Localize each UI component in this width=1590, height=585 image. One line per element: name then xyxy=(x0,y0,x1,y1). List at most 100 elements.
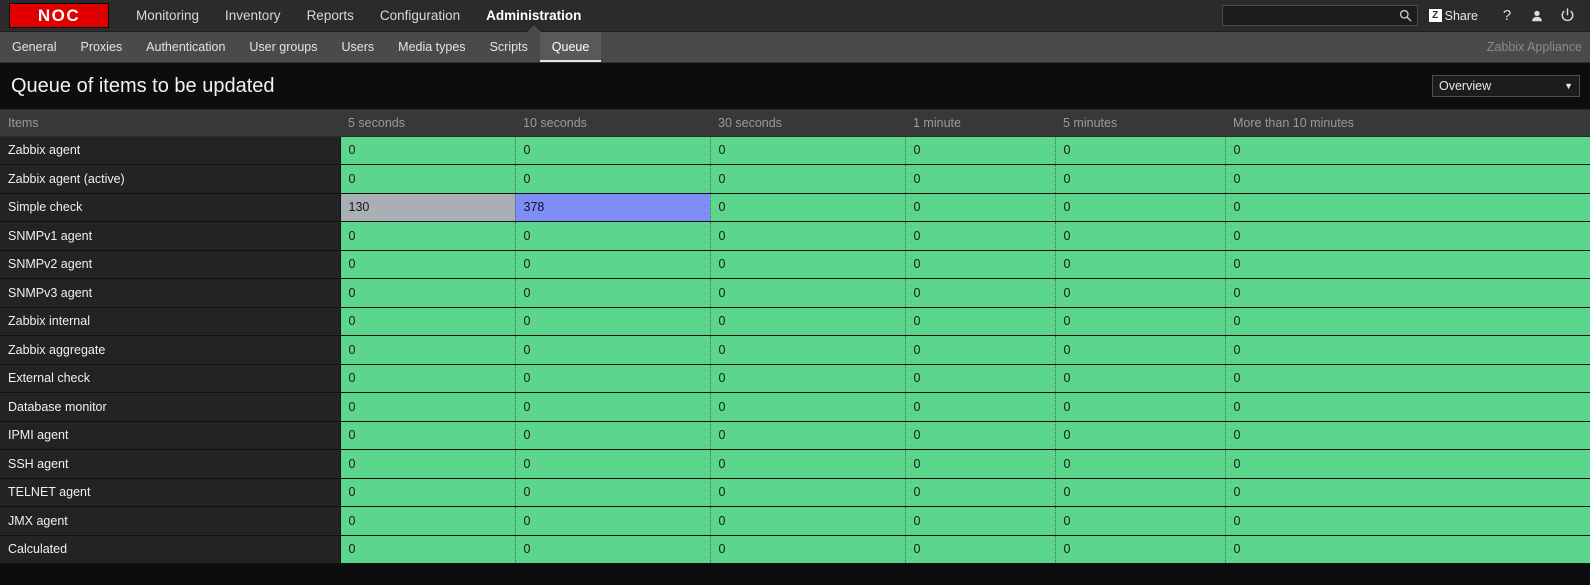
user-icon xyxy=(1532,10,1542,21)
queue-count-cell: 0 xyxy=(710,250,906,279)
page-title: Queue of items to be updated xyxy=(11,74,275,97)
user-profile-button[interactable] xyxy=(1522,0,1552,31)
queue-count-cell: 0 xyxy=(905,449,1056,479)
queue-count-cell: 0 xyxy=(1225,164,1590,194)
item-type-label: TELNET agent xyxy=(0,478,341,507)
queue-count-cell: 0 xyxy=(340,506,516,536)
main-menu-item-reports[interactable]: Reports xyxy=(294,0,367,31)
table-row: External check 0 0 0 0 0 0 xyxy=(0,364,1590,393)
queue-count-cell: 0 xyxy=(710,506,906,536)
sub-menu-item-scripts[interactable]: Scripts xyxy=(478,32,540,62)
queue-count-cell: 0 xyxy=(1225,221,1590,251)
table-row: Zabbix agent (active) 0 0 0 0 0 0 xyxy=(0,164,1590,194)
queue-count-cell: 0 xyxy=(1225,392,1590,422)
queue-count-cell: 0 xyxy=(710,449,906,479)
queue-count-cell: 0 xyxy=(340,164,516,194)
table-row: Zabbix internal 0 0 0 0 0 0 xyxy=(0,307,1590,336)
table-row: SNMPv1 agent 0 0 0 0 0 0 xyxy=(0,221,1590,251)
sub-menu-item-user-groups[interactable]: User groups xyxy=(237,32,329,62)
view-mode-select[interactable]: Overview ▼ xyxy=(1432,75,1580,97)
table-row: SSH agent 0 0 0 0 0 0 xyxy=(0,449,1590,479)
queue-count-cell: 0 xyxy=(1055,278,1226,308)
queue-count-cell: 0 xyxy=(1055,535,1226,564)
queue-count-cell: 0 xyxy=(710,164,906,194)
logout-button[interactable] xyxy=(1552,0,1582,31)
column-header-30-seconds: 30 seconds xyxy=(710,110,905,137)
search-input[interactable] xyxy=(1222,8,1395,23)
queue-count-cell: 0 xyxy=(1225,535,1590,564)
power-icon xyxy=(1561,8,1573,22)
queue-count-cell: 0 xyxy=(710,392,906,422)
table-row: Zabbix aggregate 0 0 0 0 0 0 xyxy=(0,335,1590,365)
item-type-label: Zabbix internal xyxy=(0,307,341,336)
item-type-label: Calculated xyxy=(0,535,341,564)
queue-count-cell: 0 xyxy=(515,221,711,251)
queue-count-cell: 378 xyxy=(515,193,711,222)
table-row: Calculated 0 0 0 0 0 0 xyxy=(0,535,1590,564)
search-box[interactable] xyxy=(1221,5,1418,26)
queue-count-cell: 0 xyxy=(905,164,1056,194)
queue-count-cell: 0 xyxy=(340,221,516,251)
queue-count-cell: 0 xyxy=(710,136,906,165)
queue-count-cell: 0 xyxy=(710,221,906,251)
queue-count-cell: 0 xyxy=(710,364,906,393)
queue-count-cell: 0 xyxy=(340,250,516,279)
main-menu: Monitoring Inventory Reports Configuration A… xyxy=(123,0,594,31)
queue-count-cell: 0 xyxy=(1225,193,1590,222)
sub-menu-item-proxies[interactable]: Proxies xyxy=(68,32,134,62)
sub-menu-item-media-types[interactable]: Media types xyxy=(386,32,477,62)
queue-count-cell: 0 xyxy=(340,278,516,308)
top-navigation-bar: NOC Monitoring Inventory Reports Configurat… xyxy=(0,0,1590,32)
main-menu-item-inventory[interactable]: Inventory xyxy=(212,0,294,31)
queue-count-cell: 0 xyxy=(710,535,906,564)
sub-menu-item-authentication[interactable]: Authentication xyxy=(134,32,237,62)
queue-count-cell: 0 xyxy=(1225,250,1590,279)
queue-count-cell: 0 xyxy=(340,136,516,165)
noc-logo[interactable]: NOC xyxy=(9,3,109,28)
item-type-label: Database monitor xyxy=(0,392,341,422)
share-button[interactable]: Z Share xyxy=(1428,9,1478,23)
page-header: Queue of items to be updated Overview ▼ xyxy=(0,63,1590,110)
sub-menu-item-users[interactable]: Users xyxy=(330,32,387,62)
queue-count-cell: 0 xyxy=(1225,421,1590,450)
queue-count-cell: 0 xyxy=(710,278,906,308)
queue-count-cell: 0 xyxy=(515,535,711,564)
queue-count-cell: 0 xyxy=(1225,307,1590,336)
sub-menu: General Proxies Authentication User groups U… xyxy=(0,32,602,62)
queue-table-container: Items 5 seconds 10 seconds 30 seconds 1 minu… xyxy=(0,110,1590,564)
queue-count-cell: 0 xyxy=(905,535,1056,564)
column-header-items: Items xyxy=(0,110,340,137)
queue-count-cell: 0 xyxy=(905,364,1056,393)
queue-count-cell: 0 xyxy=(1225,335,1590,365)
sub-menu-item-queue[interactable]: Queue xyxy=(539,32,602,62)
table-row: SNMPv3 agent 0 0 0 0 0 0 xyxy=(0,278,1590,308)
help-button[interactable]: ? xyxy=(1492,0,1522,31)
queue-table-head: Items 5 seconds 10 seconds 30 seconds 1 minu… xyxy=(0,110,1590,137)
queue-count-cell: 0 xyxy=(515,364,711,393)
item-type-label: Zabbix agent xyxy=(0,136,341,165)
queue-count-cell: 0 xyxy=(340,392,516,422)
queue-count-cell: 0 xyxy=(515,307,711,336)
search-icon[interactable] xyxy=(1395,9,1417,22)
queue-count-cell: 0 xyxy=(1055,136,1226,165)
queue-count-cell: 0 xyxy=(515,478,711,507)
main-menu-item-monitoring[interactable]: Monitoring xyxy=(123,0,212,31)
queue-count-cell: 0 xyxy=(1055,392,1226,422)
question-mark-icon: ? xyxy=(1502,7,1512,24)
queue-table-body: Zabbix agent 0 0 0 0 0 0 Zabbix agent (active) 0… xyxy=(0,136,1590,564)
queue-count-cell: 0 xyxy=(515,250,711,279)
sub-menu-item-general[interactable]: General xyxy=(0,32,68,62)
queue-count-cell: 0 xyxy=(905,307,1056,336)
queue-count-cell: 0 xyxy=(1225,136,1590,165)
queue-count-cell: 0 xyxy=(1055,449,1226,479)
queue-count-cell: 0 xyxy=(1055,221,1226,251)
sub-navigation-bar: General Proxies Authentication User groups U… xyxy=(0,25,1590,63)
queue-count-cell: 0 xyxy=(905,136,1056,165)
item-type-label: Zabbix aggregate xyxy=(0,335,341,365)
queue-count-cell: 0 xyxy=(905,335,1056,365)
main-menu-item-configuration[interactable]: Configuration xyxy=(367,0,473,31)
table-row: IPMI agent 0 0 0 0 0 0 xyxy=(0,421,1590,450)
queue-count-cell: 0 xyxy=(905,278,1056,308)
queue-count-cell: 0 xyxy=(905,392,1056,422)
queue-count-cell: 0 xyxy=(710,335,906,365)
